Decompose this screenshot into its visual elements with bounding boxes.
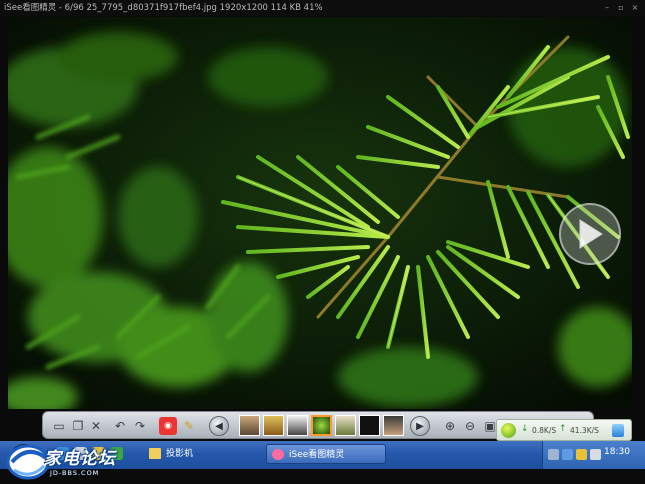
speed-logo-icon: [501, 423, 516, 438]
rotate-left-icon[interactable]: ↶: [111, 417, 129, 435]
thumbnail[interactable]: [263, 415, 284, 436]
keyboard-icon[interactable]: [548, 449, 559, 460]
thumbnail[interactable]: [359, 415, 380, 436]
watermark-title: 家电论坛: [44, 449, 116, 469]
folder-icon: [149, 448, 161, 459]
minimize-icon[interactable]: –: [603, 3, 611, 13]
red-eye-icon[interactable]: ◉: [159, 417, 177, 435]
prev-icon[interactable]: ◀: [209, 416, 229, 436]
thumbnail-active[interactable]: [311, 415, 332, 436]
zoom-out-icon[interactable]: ⊖: [461, 417, 479, 435]
clock: 18:30: [604, 447, 630, 457]
upload-speed: 41.3K/S: [570, 426, 599, 435]
upload-arrow-icon: ↑: [559, 424, 567, 434]
open-folder-icon[interactable]: ▭: [50, 417, 68, 435]
watermark-url: JD-BBS.COM: [50, 469, 100, 477]
next-icon[interactable]: ▶: [410, 416, 430, 436]
task-label: iSee看图精灵: [289, 450, 345, 460]
window-title: iSee看图精灵 - 6/96 25_7795_d80371f917fbef4.…: [4, 3, 323, 13]
rotate-right-icon[interactable]: ↷: [131, 417, 149, 435]
next-image-button[interactable]: [559, 203, 621, 265]
task-label: 投影机: [166, 449, 194, 459]
copy-icon[interactable]: ❐: [69, 417, 87, 435]
thumbnail[interactable]: [287, 415, 308, 436]
download-speed: 0.8K/S: [532, 426, 557, 435]
zoom-in-icon[interactable]: ⊕: [441, 417, 459, 435]
thumbnail[interactable]: [239, 415, 260, 436]
play-arrow-icon: [579, 219, 603, 249]
photo-fir-branch: [8, 17, 632, 409]
thumbnail[interactable]: [335, 415, 356, 436]
network-icon[interactable]: [562, 449, 573, 460]
security-icon[interactable]: [576, 449, 587, 460]
window-controls: – ▫ ×: [603, 0, 639, 16]
image-viewport[interactable]: [8, 17, 632, 409]
restore-icon[interactable]: ▫: [617, 3, 625, 13]
download-arrow-icon: ↓: [521, 424, 529, 434]
task-isee[interactable]: iSee看图精灵: [266, 444, 386, 464]
isee-app-icon: [272, 449, 284, 460]
net-speed-widget[interactable]: ↓ 0.8K/S ↑ 41.3K/S: [496, 419, 632, 441]
thumbnail[interactable]: [383, 415, 404, 436]
delete-icon[interactable]: ✕: [87, 417, 105, 435]
speed-settings-icon[interactable]: [612, 424, 624, 437]
task-projector[interactable]: 投影机: [144, 444, 259, 464]
title-bar: iSee看图精灵 - 6/96 25_7795_d80371f917fbef4.…: [0, 0, 645, 16]
clean-brush-icon[interactable]: ✎: [180, 417, 198, 435]
volume-icon[interactable]: [590, 449, 601, 460]
close-icon[interactable]: ×: [631, 3, 639, 13]
